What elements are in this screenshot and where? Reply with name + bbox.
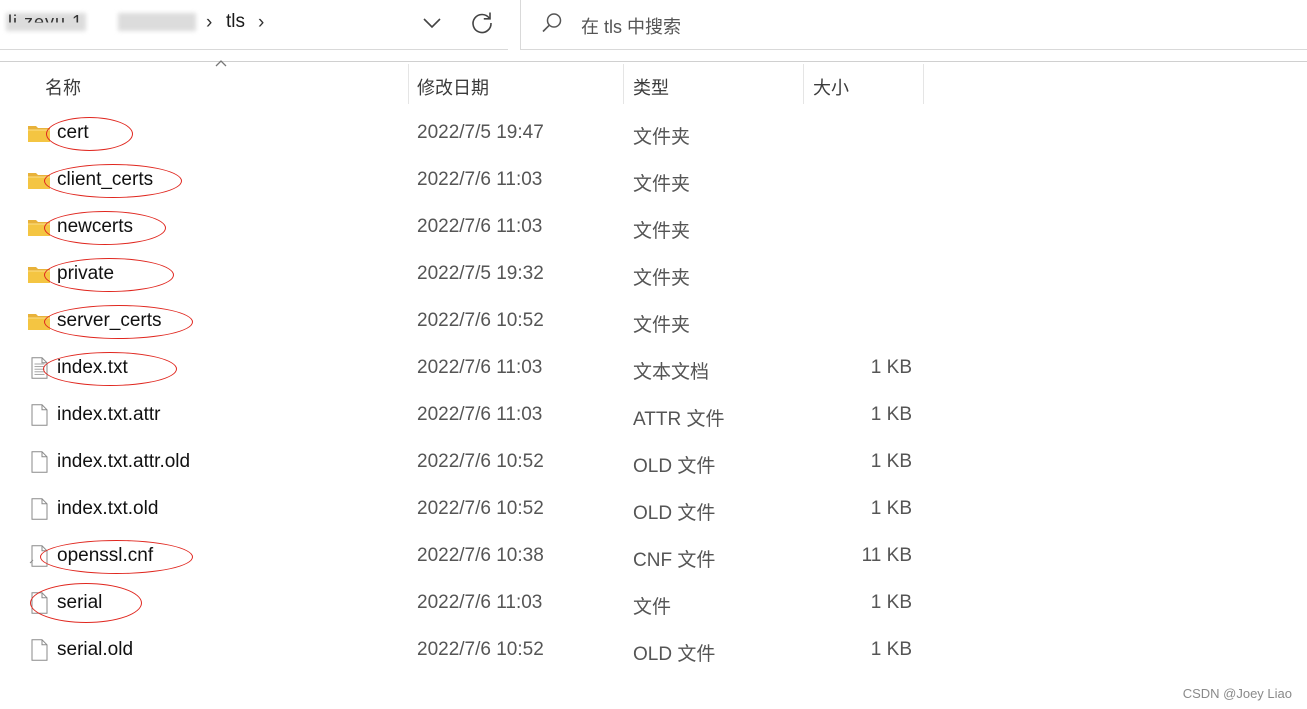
file-type: OLD 文件 [633, 644, 716, 665]
file-modified-date: 2022/7/6 11:03 [417, 592, 543, 613]
file-modified-date: 2022/7/6 11:03 [417, 216, 543, 237]
file-icon [31, 451, 48, 473]
file-size: 11 KB [861, 545, 912, 566]
chevron-down-icon[interactable] [420, 10, 444, 36]
file-type: 文件夹 [633, 268, 691, 289]
file-modified-date: 2022/7/6 10:52 [417, 639, 544, 660]
red-annotation-ellipse [40, 540, 193, 574]
file-name: index.txt.old [57, 498, 159, 519]
file-type: OLD 文件 [633, 456, 716, 477]
file-modified-date: 2022/7/6 11:03 [417, 169, 543, 190]
file-row[interactable]: index.txt.attr.old 2022/7/6 10:52 OLD 文件 1 … [0, 439, 930, 486]
red-annotation-ellipse [46, 117, 133, 151]
red-annotation-ellipse [44, 211, 166, 245]
file-modified-date: 2022/7/5 19:47 [417, 122, 544, 143]
column-header-label: 名称 [45, 78, 81, 98]
file-name: index.txt.attr [57, 404, 161, 425]
file-size: 1 KB [870, 639, 912, 660]
folder-row[interactable]: server_certs 2022/7/6 10:52 文件夹 [0, 298, 930, 345]
file-type: 文件夹 [633, 221, 691, 242]
folder-row[interactable]: newcerts 2022/7/6 11:03 文件夹 [0, 204, 930, 251]
red-annotation-ellipse [30, 583, 142, 623]
refresh-icon[interactable] [468, 9, 496, 37]
file-type: 文件夹 [633, 315, 691, 336]
file-row[interactable]: openssl.cnf 2022/7/6 10:38 CNF 文件 11 KB [0, 533, 930, 580]
column-header-label: 类型 [633, 78, 669, 98]
search-icon [542, 13, 562, 33]
column-header-type[interactable]: 类型 [624, 64, 803, 104]
file-type: ATTR 文件 [633, 409, 725, 430]
breadcrumb-chevron-icon[interactable]: › [258, 12, 264, 34]
file-type: OLD 文件 [633, 503, 716, 524]
file-row[interactable]: index.txt 2022/7/6 11:03 文本文档 1 KB [0, 345, 930, 392]
folder-row[interactable]: client_certs 2022/7/6 11:03 文件夹 [0, 157, 930, 204]
file-name: index.txt.attr.old [57, 451, 191, 472]
column-header-label: 修改日期 [417, 78, 489, 98]
file-row[interactable]: index.txt.attr 2022/7/6 11:03 ATTR 文件 1 KB [0, 392, 930, 439]
file-modified-date: 2022/7/6 11:03 [417, 404, 543, 425]
file-size: 1 KB [870, 451, 912, 472]
address-bar[interactable]: li zeyu 1 › tls › [0, 0, 508, 50]
file-row[interactable]: serial 2022/7/6 11:03 文件 1 KB [0, 580, 930, 627]
file-icon [31, 404, 48, 426]
file-type: CNF 文件 [633, 550, 716, 571]
watermark: CSDN @Joey Liao [1182, 686, 1292, 701]
file-size: 1 KB [870, 357, 912, 378]
file-modified-date: 2022/7/6 10:52 [417, 451, 544, 472]
file-modified-date: 2022/7/5 19:32 [417, 263, 544, 284]
column-header-name[interactable]: 名称 [0, 64, 408, 104]
red-annotation-ellipse [43, 352, 177, 386]
file-size: 1 KB [870, 592, 912, 613]
file-type: 文件夹 [633, 174, 691, 195]
file-modified-date: 2022/7/6 10:52 [417, 498, 544, 519]
file-row[interactable]: serial.old 2022/7/6 10:52 OLD 文件 1 KB [0, 627, 930, 674]
file-modified-date: 2022/7/6 10:52 [417, 310, 544, 331]
breadcrumb-current-folder[interactable]: tls [226, 11, 245, 33]
file-icon [31, 639, 48, 661]
file-size: 1 KB [870, 498, 912, 519]
file-icon [31, 498, 48, 520]
search-box[interactable]: 在 tls 中搜索 [520, 0, 1307, 50]
file-modified-date: 2022/7/6 11:03 [417, 357, 543, 378]
column-header-size[interactable]: 大小 [804, 64, 923, 104]
red-annotation-ellipse [44, 164, 182, 198]
breadcrumb-chevron-icon[interactable]: › [206, 12, 212, 34]
file-modified-date: 2022/7/6 10:38 [417, 545, 544, 566]
file-row[interactable]: index.txt.old 2022/7/6 10:52 OLD 文件 1 KB [0, 486, 930, 533]
folder-row[interactable]: private 2022/7/5 19:32 文件夹 [0, 251, 930, 298]
blurred-path-segment [118, 13, 196, 31]
column-header-modified[interactable]: 修改日期 [409, 64, 623, 104]
toolbar-divider [0, 61, 1307, 62]
search-input[interactable]: 在 tls 中搜索 [581, 13, 681, 39]
file-type: 文件 [633, 597, 672, 618]
red-annotation-ellipse [44, 258, 174, 292]
column-resize-handle[interactable] [923, 64, 924, 104]
file-type: 文件夹 [633, 127, 691, 148]
column-header-label: 大小 [813, 78, 849, 98]
folder-row[interactable]: cert 2022/7/5 19:47 文件夹 [0, 110, 930, 157]
toolbar: li zeyu 1 › tls › 在 tls 中搜索 [0, 0, 1307, 50]
red-annotation-ellipse [44, 305, 193, 339]
file-type: 文本文档 [633, 362, 710, 383]
file-name: serial.old [57, 639, 134, 660]
file-size: 1 KB [870, 404, 912, 425]
